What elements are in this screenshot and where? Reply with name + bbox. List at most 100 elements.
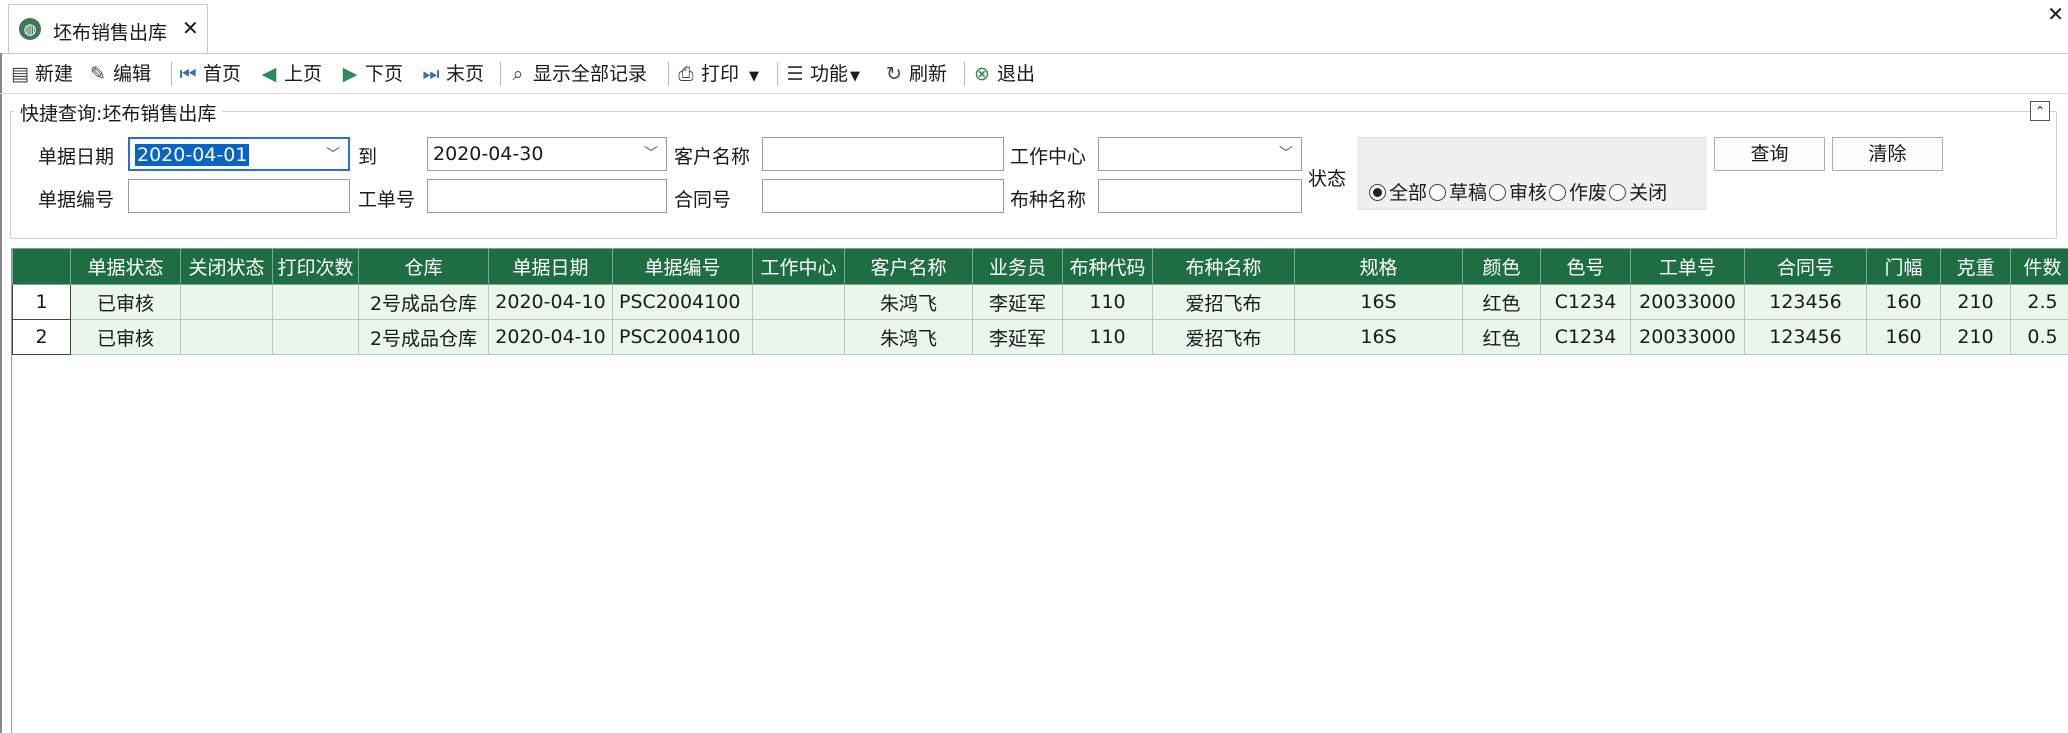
column-header[interactable]: 关闭状态 — [180, 248, 273, 285]
date-from-field[interactable]: 2020-04-01 ﹀ — [128, 137, 350, 171]
table-cell[interactable]: 16S — [1294, 319, 1463, 355]
column-header[interactable]: 色号 — [1540, 248, 1631, 285]
table-cell[interactable]: 爱招飞布 — [1152, 284, 1295, 320]
table-cell[interactable]: 李延军 — [972, 319, 1063, 355]
date-to-field[interactable]: 2020-04-30 ﹀ — [427, 137, 667, 171]
status-radio-label: 关闭 — [1629, 182, 1668, 204]
edit-button[interactable]: ✎ 编辑 — [88, 60, 151, 88]
table-cell[interactable]: 20033000 — [1630, 319, 1745, 355]
column-header[interactable]: 克重 — [1940, 248, 2011, 285]
show-all-button[interactable]: ⌕ 显示全部记录 — [508, 60, 647, 88]
table-cell[interactable]: 110 — [1062, 319, 1153, 355]
column-header[interactable]: 件数 — [2010, 248, 2068, 285]
column-header[interactable]: 仓库 — [358, 248, 489, 285]
table-cell[interactable]: 210 — [1940, 319, 2011, 355]
table-cell[interactable]: 160 — [1866, 284, 1941, 320]
radio-icon — [1549, 184, 1567, 201]
chevron-down-icon[interactable]: ﹀ — [1279, 138, 1293, 170]
chevron-down-icon[interactable]: ﹀ — [326, 139, 340, 171]
table-cell[interactable]: 2.5 — [2010, 284, 2068, 320]
status-radio-2[interactable]: 审核 — [1489, 178, 1547, 205]
refresh-button[interactable]: ↻ 刷新 — [884, 60, 947, 88]
status-radio-4[interactable]: 关闭 — [1609, 178, 1667, 205]
status-radio-3[interactable]: 作废 — [1549, 178, 1607, 205]
table-cell[interactable]: C1234 — [1540, 284, 1631, 320]
table-cell[interactable]: PSC2004100 — [612, 319, 753, 355]
column-header[interactable]: 单据日期 — [488, 248, 613, 285]
collapse-icon[interactable]: ⌃ — [2030, 101, 2050, 121]
print-button[interactable]: ⎙ 打印 ▼ — [676, 60, 759, 88]
table-cell[interactable]: 红色 — [1462, 319, 1541, 355]
status-radio-1[interactable]: 草稿 — [1429, 178, 1487, 205]
table-cell[interactable] — [752, 284, 845, 320]
column-header[interactable]: 工单号 — [1630, 248, 1745, 285]
row-number[interactable]: 2 — [12, 319, 71, 355]
column-header[interactable]: 颜色 — [1462, 248, 1541, 285]
table-cell[interactable]: 已审核 — [70, 284, 181, 320]
table-cell[interactable]: 红色 — [1462, 284, 1541, 320]
column-header[interactable]: 合同号 — [1744, 248, 1867, 285]
tab-pisale-outbound[interactable]: ◍ 坯布销售出库 ✕ — [8, 4, 208, 53]
refresh-icon: ↻ — [886, 63, 902, 85]
window-close-icon[interactable]: ✕ — [2047, 2, 2064, 26]
column-header[interactable]: 单据编号 — [612, 248, 753, 285]
new-button[interactable]: ▤ 新建 — [10, 60, 73, 88]
functions-button[interactable]: ☰ 功能 ▼ — [785, 60, 860, 88]
table-cell[interactable]: 16S — [1294, 284, 1463, 320]
prev-page-button[interactable]: ◀ 上页 — [259, 60, 322, 88]
contract-input[interactable] — [762, 179, 1004, 213]
column-header[interactable]: 布种代码 — [1062, 248, 1153, 285]
docno-input[interactable] — [128, 179, 350, 213]
tab-close-icon[interactable]: ✕ — [182, 16, 199, 40]
table-row[interactable]: 2 已审核 2号成品仓库 2020-04-10 PSC2004100 朱鸿飞 李延军 110 爱… — [12, 319, 2068, 355]
status-radio-0[interactable]: 全部 — [1369, 178, 1427, 205]
column-header[interactable]: 业务员 — [972, 248, 1063, 285]
table-cell[interactable]: 123456 — [1744, 284, 1867, 320]
table-cell[interactable]: C1234 — [1540, 319, 1631, 355]
table-cell[interactable]: 20033000 — [1630, 284, 1745, 320]
table-cell[interactable]: 朱鸿飞 — [844, 319, 973, 355]
table-cell[interactable] — [272, 284, 359, 320]
status-radio-label: 作废 — [1569, 182, 1608, 204]
table-cell[interactable]: 0.5 — [2010, 319, 2068, 355]
table-cell[interactable] — [180, 319, 273, 355]
column-header[interactable]: 打印次数 — [272, 248, 359, 285]
table-cell[interactable]: 爱招飞布 — [1152, 319, 1295, 355]
fabric-input[interactable] — [1098, 179, 1302, 213]
table-cell[interactable]: 李延军 — [972, 284, 1063, 320]
table-cell[interactable]: 210 — [1940, 284, 2011, 320]
table-cell[interactable]: 123456 — [1744, 319, 1867, 355]
table-cell[interactable]: 160 — [1866, 319, 1941, 355]
first-page-button[interactable]: ⏮ 首页 — [178, 60, 241, 88]
table-cell[interactable]: 朱鸿飞 — [844, 284, 973, 320]
exit-button[interactable]: ⊗ 退出 — [972, 60, 1035, 88]
chevron-down-icon[interactable]: ﹀ — [644, 138, 658, 170]
workcenter-select[interactable]: ﹀ — [1098, 137, 1302, 171]
clear-button[interactable]: 清除 — [1832, 137, 1943, 171]
workorder-input[interactable] — [427, 179, 667, 213]
customer-input[interactable] — [762, 137, 1004, 171]
column-header[interactable]: 单据状态 — [70, 248, 181, 285]
table-cell[interactable]: 2020-04-10 — [488, 319, 613, 355]
column-header[interactable]: 客户名称 — [844, 248, 973, 285]
column-header[interactable]: 门幅 — [1866, 248, 1941, 285]
column-header[interactable]: 规格 — [1294, 248, 1463, 285]
column-header[interactable]: 工作中心 — [752, 248, 845, 285]
table-cell[interactable]: 2020-04-10 — [488, 284, 613, 320]
next-icon: ▶ — [342, 63, 358, 85]
table-cell[interactable]: 110 — [1062, 284, 1153, 320]
column-header[interactable]: 布种名称 — [1152, 248, 1295, 285]
table-cell[interactable]: 已审核 — [70, 319, 181, 355]
search-button[interactable]: 查询 — [1714, 137, 1825, 171]
table-cell[interactable] — [752, 319, 845, 355]
table-cell[interactable]: 2号成品仓库 — [358, 319, 489, 355]
last-page-button[interactable]: ⏭ 末页 — [421, 60, 484, 88]
table-row[interactable]: 1 已审核 2号成品仓库 2020-04-10 PSC2004100 朱鸿飞 李延军 110 爱… — [12, 284, 2068, 320]
table-cell[interactable]: PSC2004100 — [612, 284, 753, 320]
next-page-button[interactable]: ▶ 下页 — [340, 60, 403, 88]
table-cell[interactable] — [180, 284, 273, 320]
table-cell[interactable]: 2号成品仓库 — [358, 284, 489, 320]
row-number[interactable]: 1 — [12, 284, 71, 320]
table-cell[interactable] — [272, 319, 359, 355]
toolbar: ▤ 新建 ✎ 编辑 ⏮ 首页 ◀ 上页 ▶ 下页 ⏭ 末页 ⌕ 显示全部记录 ⎙ 打印 ▼ ☰ 功能… — [0, 54, 2068, 94]
